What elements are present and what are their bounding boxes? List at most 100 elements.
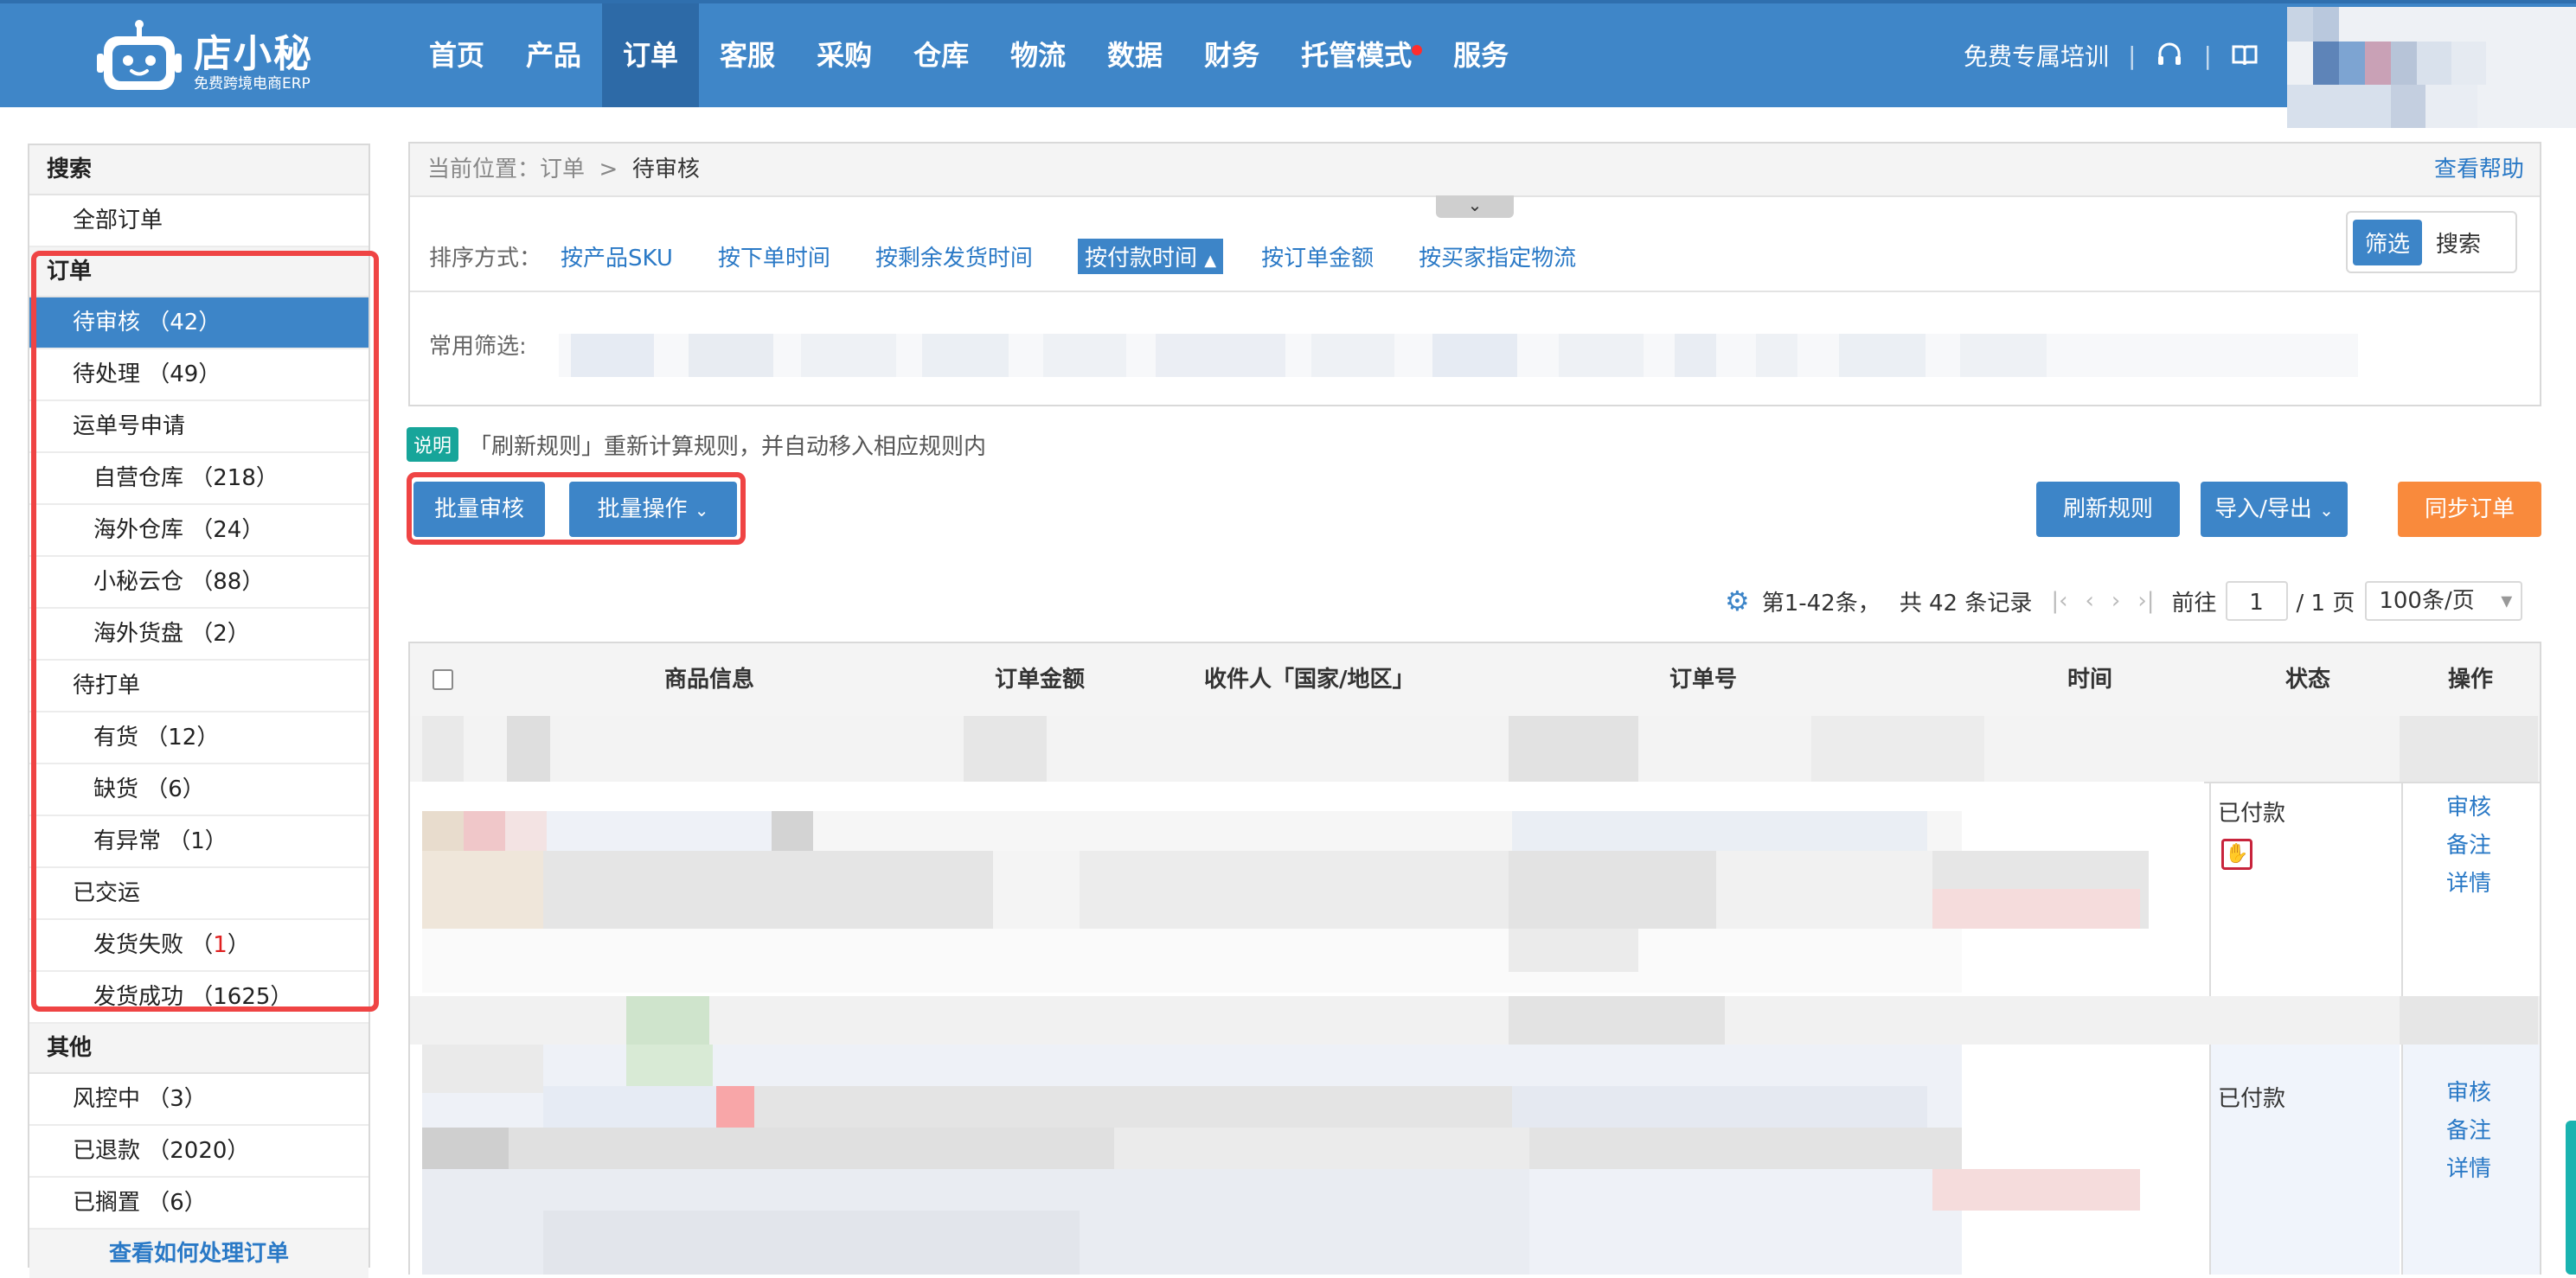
sort-by-sku[interactable]: 按产品SKU <box>561 240 673 272</box>
help-link[interactable]: 查看帮助 <box>2434 144 2524 195</box>
note-link[interactable]: 备注 <box>2408 1112 2529 1150</box>
flag-pin-icon[interactable]: ✋ <box>2221 839 2252 870</box>
nav-orders[interactable]: 订单 <box>602 3 700 107</box>
book-icon[interactable] <box>2231 42 2259 69</box>
separator: | <box>2203 41 2212 70</box>
sidebar-item-on-hold[interactable]: 已搁置 （6） <box>29 1178 368 1230</box>
breadcrumb-current: 待审核 <box>631 157 700 182</box>
batch-operations-label: 批量操作 <box>597 496 688 522</box>
details-link[interactable]: 详情 <box>2408 1150 2529 1188</box>
sidebar-item-in-stock[interactable]: 有货 （12） <box>29 712 368 764</box>
sidebar-item-xiaomi-cloud-warehouse[interactable]: 小秘云仓 （88） <box>29 557 368 609</box>
sort-asc-icon: ▲ <box>1204 252 1217 270</box>
settings-gear-icon[interactable]: ⚙ <box>1725 585 1750 617</box>
common-filter-label: 常用筛选: <box>429 334 527 360</box>
common-filter-chips-blurred[interactable] <box>559 334 2358 377</box>
user-avatar-blurred[interactable] <box>2287 7 2576 128</box>
first-page-icon[interactable]: |‹ <box>2051 588 2067 614</box>
logo-title: 店小秘 <box>194 32 313 76</box>
note-tag: 说明 <box>407 427 459 462</box>
sort-by-buyer-logistics[interactable]: 按买家指定物流 <box>1419 240 1576 272</box>
batch-operations-button[interactable]: 批量操作 ⌄ <box>569 482 737 537</box>
nav-products[interactable]: 产品 <box>505 3 602 107</box>
free-training-link[interactable]: 免费专属培训 <box>1964 38 2109 73</box>
sort-by-payment-time[interactable]: 按付款时间 ▲ <box>1077 239 1224 274</box>
header-right-tools: 免费专属培训 | | <box>1964 3 2259 107</box>
sidebar-item-tracking-request[interactable]: 运单号申请 <box>29 401 368 453</box>
breadcrumb-path: 当前位置：订单 > 待审核 <box>427 144 700 195</box>
nav-services[interactable]: 服务 <box>1432 3 1529 107</box>
sidebar-item-pending-review[interactable]: 待审核 （42） <box>29 297 368 349</box>
filter-mode-button[interactable]: 筛选 <box>2353 219 2423 265</box>
sort-by-order-time[interactable]: 按下单时间 <box>718 240 830 272</box>
review-link[interactable]: 审核 <box>2408 789 2529 827</box>
details-link[interactable]: 详情 <box>2408 865 2529 903</box>
sidebar-item-own-warehouse[interactable]: 自营仓库 （218） <box>29 453 368 505</box>
nav-logistics[interactable]: 物流 <box>990 3 1086 107</box>
sort-by-remaining-ship-time[interactable]: 按剩余发货时间 <box>875 240 1033 272</box>
filter-search-toggle: 筛选 搜索 <box>2346 211 2517 273</box>
sidebar-item-pending-processing[interactable]: 待处理 （49） <box>29 349 368 401</box>
page-size-select[interactable]: 100条/页 ▾ <box>2365 581 2523 621</box>
side-floating-tab[interactable] <box>2566 1121 2576 1275</box>
table-row-blurred[interactable] <box>410 716 2540 993</box>
orders-table: 商品信息 订单金额 收件人「国家/地区」 订单号 时间 状态 操作 已付款 ✋ … <box>408 642 2541 1275</box>
separator: | <box>2128 41 2137 70</box>
divider <box>2401 782 2403 996</box>
divider <box>410 291 2540 292</box>
refresh-rules-button[interactable]: 刷新规则 <box>2036 482 2180 537</box>
import-export-label: 导入/导出 <box>2214 496 2312 522</box>
main-nav: 首页 产品 订单 客服 采购 仓库 物流 数据 财务 托管模式 服务 <box>408 3 1529 107</box>
batch-review-button[interactable]: 批量审核 <box>413 482 545 537</box>
sidebar-item-all-orders[interactable]: 全部订单 <box>29 195 368 247</box>
select-all-checkbox[interactable] <box>433 669 453 690</box>
row-2-status-cell <box>2211 1045 2400 1275</box>
howto-handle-orders-link[interactable]: 查看如何处理订单 <box>29 1230 368 1278</box>
sidebar-item-exception[interactable]: 有异常 （1） <box>29 816 368 868</box>
logo[interactable]: 店小秘 免费跨境电商ERP <box>97 17 322 97</box>
collapse-toggle[interactable]: ⌄ <box>1436 195 1514 218</box>
nav-warehouse[interactable]: 仓库 <box>893 3 990 107</box>
notification-dot <box>1412 45 1423 55</box>
col-order-number: 订单号 <box>1669 667 1738 693</box>
sidebar-item-overseas-stock[interactable]: 海外货盘 （2） <box>29 609 368 661</box>
row-2-status: 已付款 <box>2218 1086 2286 1112</box>
col-order-amount: 订单金额 <box>995 667 1086 693</box>
divider <box>2209 782 2211 996</box>
sidebar-item-to-print[interactable]: 待打单 <box>29 661 368 712</box>
col-status: 状态 <box>2285 667 2331 693</box>
review-link[interactable]: 审核 <box>2408 1074 2529 1112</box>
import-export-button[interactable]: 导入/导出 ⌄ <box>2201 482 2348 537</box>
caret-down-icon: ▾ <box>2501 588 2513 614</box>
sidebar-item-ship-success[interactable]: 发货成功 （1625） <box>29 972 368 1024</box>
nav-home[interactable]: 首页 <box>408 3 505 107</box>
sidebar-item-shipped[interactable]: 已交运 <box>29 868 368 920</box>
note-link[interactable]: 备注 <box>2408 827 2529 865</box>
prev-page-icon[interactable]: ‹ <box>2086 588 2094 614</box>
nav-finance[interactable]: 财务 <box>1183 3 1280 107</box>
ship-failed-count: 1 <box>213 932 227 958</box>
next-page-icon[interactable]: › <box>2111 588 2120 614</box>
row-1-status: 已付款 <box>2218 801 2286 827</box>
nav-hosted-mode[interactable]: 托管模式 <box>1280 3 1432 107</box>
sidebar-item-out-of-stock[interactable]: 缺货 （6） <box>29 764 368 816</box>
headset-icon[interactable] <box>2155 41 2184 70</box>
sidebar-item-risk-control[interactable]: 风控中 （3） <box>29 1074 368 1126</box>
note-text: 「刷新规则」重新计算规则，并自动移入相应规则内 <box>469 433 987 460</box>
sync-orders-button[interactable]: 同步订单 <box>2398 482 2541 537</box>
ship-failed-label: 发货失败 （ <box>93 932 214 958</box>
nav-customer-service[interactable]: 客服 <box>699 3 796 107</box>
last-page-icon[interactable]: ›| <box>2137 588 2154 614</box>
nav-data[interactable]: 数据 <box>1086 3 1183 107</box>
sort-by-order-amount[interactable]: 按订单金额 <box>1261 240 1374 272</box>
page-number-input[interactable]: 1 <box>2225 581 2288 621</box>
sidebar-item-overseas-warehouse[interactable]: 海外仓库 （24） <box>29 505 368 557</box>
pagination-range: 第1-42条， <box>1761 590 1881 617</box>
sidebar-item-ship-failed[interactable]: 发货失败 （1） <box>29 920 368 972</box>
sidebar-heading-search: 搜索 <box>29 145 368 195</box>
sidebar-item-refunded[interactable]: 已退款 （2020） <box>29 1126 368 1178</box>
breadcrumb-prefix[interactable]: 当前位置：订单 <box>427 157 585 182</box>
filter-panel: 当前位置：订单 > 待审核 查看帮助 ⌄ 排序方式： 按产品SKU 按下单时间 … <box>408 142 2541 406</box>
search-mode-button[interactable]: 搜索 <box>2422 220 2495 265</box>
nav-purchasing[interactable]: 采购 <box>796 3 893 107</box>
